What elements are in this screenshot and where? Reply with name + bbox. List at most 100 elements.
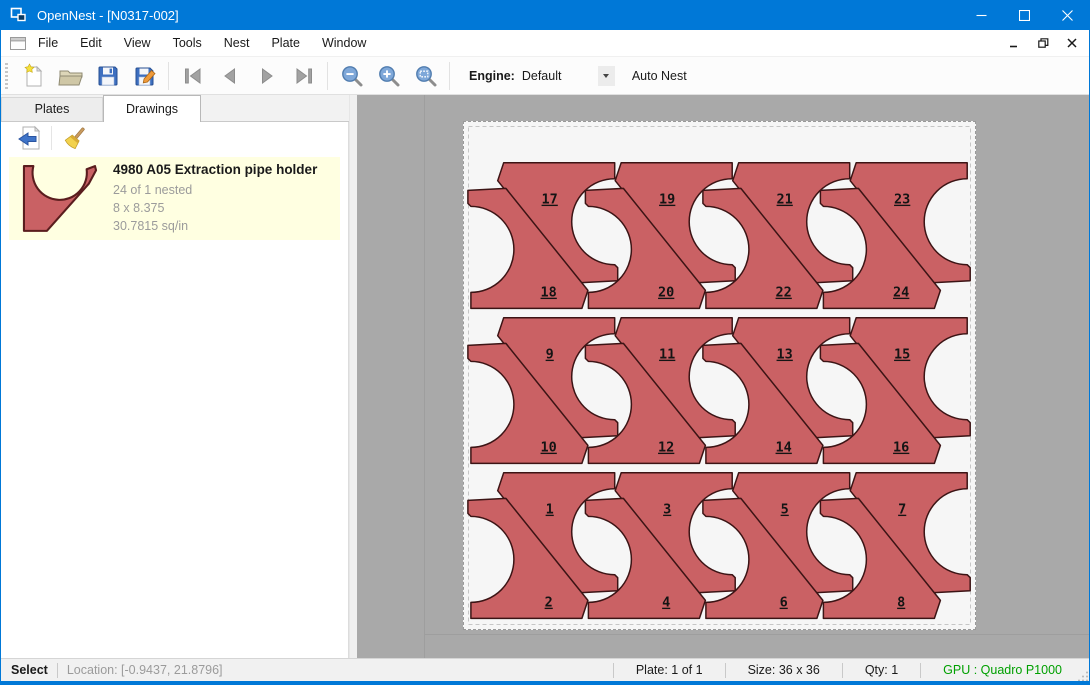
minimize-button[interactable] — [960, 0, 1003, 30]
drawing-list-item[interactable]: 4980 A05 Extraction pipe holder 24 of 1 … — [9, 157, 340, 240]
part-number-label: 5 — [781, 502, 789, 518]
new-document-button[interactable] — [15, 61, 52, 91]
mdi-restore-icon — [1038, 38, 1049, 48]
close-icon — [1062, 10, 1073, 21]
last-plate-icon — [292, 64, 316, 88]
part-number-label: 21 — [777, 192, 793, 208]
save-as-button[interactable] — [126, 61, 163, 91]
send-to-nest-button[interactable] — [13, 124, 43, 152]
part-number-label: 8 — [897, 595, 905, 611]
part-number-label: 3 — [663, 502, 671, 518]
toolbar-separator — [51, 126, 52, 150]
engine-select[interactable]: Default — [522, 65, 615, 87]
zoom-out-button[interactable] — [333, 61, 370, 91]
last-plate-button[interactable] — [285, 61, 322, 91]
menu-item-nest[interactable]: Nest — [213, 30, 261, 56]
send-to-nest-icon — [15, 125, 41, 151]
new-document-icon — [22, 63, 46, 89]
drawing-dimensions: 8 x 8.375 — [113, 199, 317, 217]
part-number-label: 13 — [777, 347, 793, 363]
main-toolbar: Engine: Default Auto Nest — [1, 57, 1089, 95]
toolbar-separator — [327, 62, 328, 90]
left-panel: Plates Drawings — [1, 95, 349, 658]
toolbar-separator — [168, 62, 169, 90]
first-plate-button[interactable] — [174, 61, 211, 91]
part-number-label: 4 — [662, 595, 670, 611]
mdi-minimize-button[interactable] — [1007, 35, 1021, 51]
resize-grip-icon[interactable] — [1075, 659, 1089, 682]
part-number-label: 19 — [659, 192, 675, 208]
statusbar-separator — [613, 663, 614, 678]
toolbar-grip[interactable] — [5, 63, 8, 89]
app-icon — [10, 7, 28, 23]
next-plate-button[interactable] — [248, 61, 285, 91]
minimize-icon — [976, 10, 987, 21]
statusbar-qty: Qty: 1 — [852, 663, 911, 677]
statusbar-size: Size: 36 x 36 — [735, 663, 833, 677]
part-number-label: 7 — [898, 502, 906, 518]
drawing-area: 30.7815 sq/in — [113, 217, 317, 235]
mdi-close-button[interactable] — [1065, 35, 1079, 51]
statusbar-plate: Plate: 1 of 1 — [623, 663, 716, 677]
mdi-close-icon — [1067, 38, 1077, 48]
zoom-fit-icon — [414, 64, 438, 88]
menu-item-edit[interactable]: Edit — [69, 30, 113, 56]
engine-selected-value: Default — [522, 69, 598, 83]
statusbar-separator — [725, 663, 726, 678]
window-border-accent — [1, 681, 1089, 685]
menu-bar: File Edit View Tools Nest Plate Window — [1, 30, 1089, 57]
status-bar: Select Location: [-0.9437, 21.8796] Plat… — [1, 658, 1089, 681]
part-number-label: 22 — [776, 285, 792, 301]
previous-plate-button[interactable] — [211, 61, 248, 91]
app-window: OpenNest - [N0317-002] File Edit View To… — [0, 0, 1090, 685]
mdi-restore-button[interactable] — [1036, 35, 1050, 51]
statusbar-separator — [57, 663, 58, 678]
menu-item-tools[interactable]: Tools — [162, 30, 213, 56]
statusbar-separator — [920, 663, 921, 678]
zoom-in-button[interactable] — [370, 61, 407, 91]
plate-svg: 171819202122232491011121314151612345678 — [464, 122, 975, 629]
open-folder-button[interactable] — [52, 61, 89, 91]
statusbar-mode: Select — [11, 663, 48, 677]
zoom-in-icon — [377, 64, 401, 88]
part-number-label: 1 — [546, 502, 554, 518]
part-number-label: 10 — [541, 440, 557, 456]
drawings-toolbar — [1, 122, 348, 153]
first-plate-icon — [181, 64, 205, 88]
chevron-down-icon[interactable] — [598, 66, 615, 86]
previous-plate-icon — [218, 64, 242, 88]
save-button[interactable] — [89, 61, 126, 91]
open-folder-icon — [58, 64, 84, 88]
menu-item-view[interactable]: View — [113, 30, 162, 56]
menu-item-plate[interactable]: Plate — [260, 30, 311, 56]
part-number-label: 11 — [659, 347, 675, 363]
part-number-label: 18 — [541, 285, 557, 301]
zoom-fit-button[interactable] — [407, 61, 444, 91]
save-as-icon — [133, 64, 157, 88]
panel-splitter[interactable] — [349, 95, 357, 658]
tab-drawings[interactable]: Drawings — [103, 95, 201, 122]
clear-button[interactable] — [60, 124, 90, 152]
maximize-button[interactable] — [1003, 0, 1046, 30]
part-number-label: 6 — [780, 595, 788, 611]
part-number-label: 2 — [545, 595, 553, 611]
toolbar-separator — [449, 62, 450, 90]
part-number-label: 17 — [542, 192, 558, 208]
mdi-child-icon[interactable] — [10, 36, 27, 51]
menu-item-file[interactable]: File — [27, 30, 69, 56]
statusbar-gpu: GPU : Quadro P1000 — [930, 663, 1075, 677]
menu-item-window[interactable]: Window — [311, 30, 377, 56]
maximize-icon — [1019, 10, 1030, 21]
mdi-minimize-icon — [1009, 38, 1019, 48]
part-number-label: 9 — [546, 347, 554, 363]
next-plate-icon — [255, 64, 279, 88]
tab-plates[interactable]: Plates — [1, 97, 103, 121]
nest-canvas[interactable]: 171819202122232491011121314151612345678 — [357, 95, 1089, 658]
drawing-title: 4980 A05 Extraction pipe holder — [113, 162, 317, 177]
canvas-guide-line — [424, 634, 1089, 635]
tab-strip: Plates Drawings — [1, 95, 349, 122]
auto-nest-button[interactable]: Auto Nest — [632, 69, 687, 83]
main-area: Plates Drawings — [1, 95, 1089, 658]
title-bar: OpenNest - [N0317-002] — [1, 0, 1089, 30]
close-button[interactable] — [1046, 0, 1089, 30]
